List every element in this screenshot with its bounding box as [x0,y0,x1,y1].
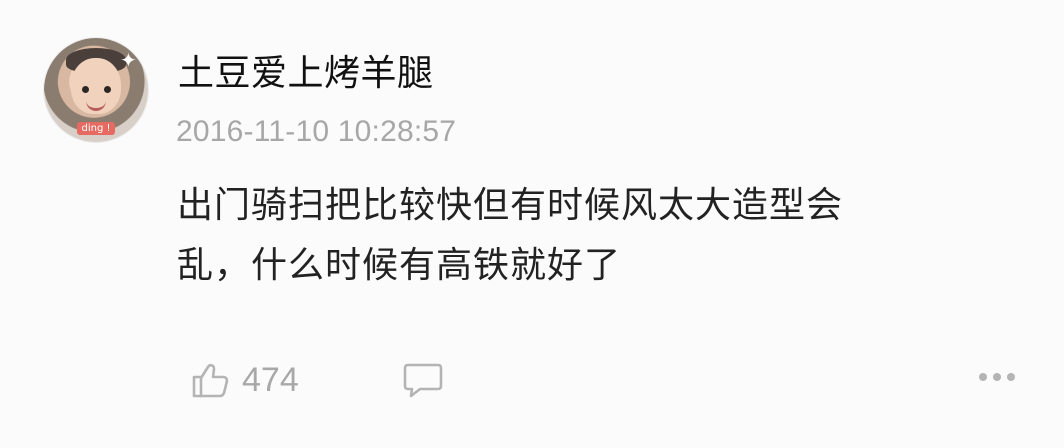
thumbs-up-icon [192,363,229,398]
user-avatar[interactable]: ✦ ding ! [44,38,148,142]
more-options-button[interactable] [975,365,1019,389]
like-button[interactable]: 474 [190,357,299,403]
like-count: 474 [242,360,299,399]
ellipsis-icon [979,373,1015,381]
username[interactable]: 土豆爱上烤羊腿 [178,44,434,96]
comment-timestamp: 2016-11-10 10:28:57 [176,115,457,148]
speech-bubble-icon [403,363,443,398]
sparkle-icon: ✦ [120,48,137,72]
avatar-left-eye [82,86,89,93]
comment-text: 出门骑扫把比较快但有时候风太大造型会 乱，什么时候有高铁就好了 [177,185,844,286]
avatar-badge: ding ! [77,122,115,135]
reply-button[interactable] [402,357,446,403]
avatar-right-eye [104,86,111,93]
